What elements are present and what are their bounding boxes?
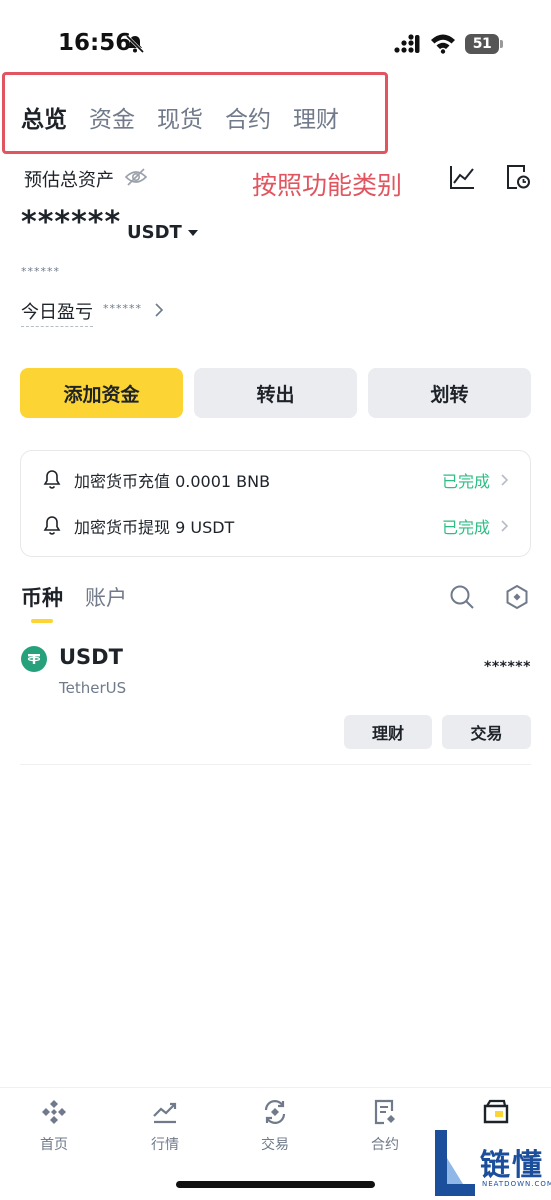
watermark-subtext: NEATDOWN.COM — [482, 1180, 551, 1188]
tab-funding[interactable]: 资金 — [89, 100, 135, 134]
chevron-right-icon — [501, 474, 509, 486]
watermark-logo-icon — [435, 1130, 475, 1196]
nav-home[interactable]: 首页 — [24, 1098, 84, 1154]
nav-trade[interactable]: 交易 — [245, 1098, 305, 1154]
eye-off-icon[interactable] — [124, 166, 148, 188]
nav-markets[interactable]: 行情 — [135, 1098, 195, 1154]
estimated-total-label: 预估总资产 — [24, 170, 114, 191]
row-divider — [20, 764, 531, 765]
tab-earn[interactable]: 理财 — [293, 100, 339, 134]
home-indicator — [176, 1181, 375, 1188]
caret-down-icon — [187, 229, 198, 236]
nav-label: 行情 — [151, 1137, 179, 1153]
settings-hexagon-icon[interactable] — [504, 584, 530, 610]
notification-row[interactable]: 加密货币充值 0.0001 BNB 已完成 — [42, 468, 510, 492]
balance-equivalent: ****** — [21, 265, 60, 278]
notification-text: 加密货币提现 9 USDT — [74, 518, 235, 537]
wallet-icon — [483, 1099, 509, 1124]
chevron-right-icon[interactable] — [153, 302, 165, 318]
bell-icon — [43, 470, 61, 489]
line-chart-icon[interactable] — [448, 163, 476, 191]
chevron-right-icon — [501, 520, 509, 532]
tab-account[interactable]: 账户 — [85, 582, 127, 612]
add-funds-button[interactable]: 添加资金 — [20, 368, 183, 418]
notification-row[interactable]: 加密货币提现 9 USDT 已完成 — [42, 514, 510, 538]
tab-futures[interactable]: 合约 — [225, 100, 271, 134]
tab-spot[interactable]: 现货 — [157, 100, 203, 134]
futures-icon — [374, 1099, 395, 1125]
tether-symbol-icon — [27, 654, 41, 664]
home-icon — [42, 1100, 66, 1124]
asset-name: TetherUS — [59, 679, 127, 697]
search-icon[interactable] — [449, 584, 475, 610]
notification-text: 加密货币充值 0.0001 BNB — [74, 472, 271, 491]
notification-status: 已完成 — [441, 472, 490, 491]
total-balance: ****** — [21, 205, 122, 240]
cellular-signal-icon — [394, 34, 420, 53]
transfer-button[interactable]: 划转 — [368, 368, 531, 418]
nav-label: 首页 — [40, 1137, 68, 1153]
today-pnl-value: ****** — [103, 302, 142, 315]
top-tabs: 总览 资金 现货 合约 理财 — [21, 100, 339, 134]
withdraw-button[interactable]: 转出 — [194, 368, 357, 418]
markets-icon — [153, 1102, 177, 1124]
nav-label: 合约 — [371, 1137, 399, 1153]
annotation-text: 按照功能类别 — [252, 171, 403, 200]
battery-level: 51 — [465, 34, 499, 54]
trade-icon — [264, 1100, 286, 1124]
bell-off-icon — [125, 34, 145, 54]
history-record-icon[interactable] — [505, 163, 531, 191]
tab-coin[interactable]: 币种 — [21, 582, 63, 612]
battery-tip — [500, 40, 503, 48]
notifications-card — [20, 450, 531, 557]
active-tab-underline — [31, 619, 53, 623]
nav-label: 交易 — [261, 1137, 289, 1153]
status-time: 16:56 — [58, 30, 132, 56]
currency-selector[interactable]: USDT — [127, 222, 198, 243]
bell-icon — [43, 516, 61, 535]
wifi-icon — [431, 34, 455, 54]
trade-button[interactable]: 交易 — [442, 715, 531, 749]
today-pnl-label[interactable]: 今日盈亏 — [21, 298, 93, 327]
currency-label: USDT — [127, 222, 182, 243]
asset-symbol: USDT — [59, 645, 123, 669]
watermark-text: 链懂 — [480, 1148, 544, 1183]
nav-futures[interactable]: 合约 — [355, 1098, 415, 1154]
usdt-logo-icon — [21, 646, 47, 672]
battery-indicator: 51 — [465, 34, 503, 54]
asset-amount: ****** — [484, 659, 531, 675]
earn-button[interactable]: 理财 — [344, 715, 432, 749]
tab-overview[interactable]: 总览 — [21, 100, 67, 134]
notification-status: 已完成 — [441, 518, 490, 537]
